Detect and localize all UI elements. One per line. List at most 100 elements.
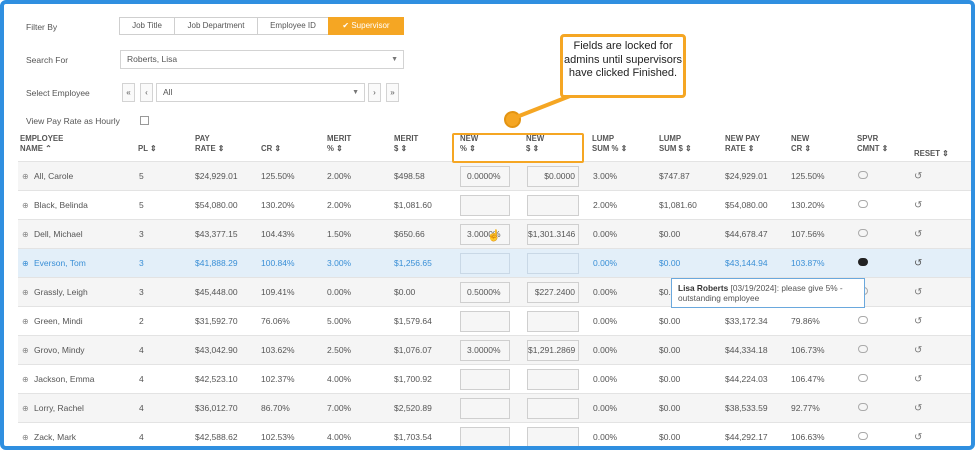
previous-employee-button[interactable]: ‹ <box>140 83 153 102</box>
col-employee-name[interactable]: EMPLOYEE NAME ⌃ <box>20 134 63 161</box>
expand-plus-icon[interactable]: ⊕ <box>22 220 29 249</box>
expand-plus-icon[interactable]: ⊕ <box>22 336 29 365</box>
comment-icon[interactable] <box>858 345 868 353</box>
col-merit-dollar[interactable]: MERIT $ ⇕ <box>394 134 418 161</box>
table-row[interactable]: ⊕ Black, Belinda 5 $54,080.00 130.20% 2.00% $1… <box>18 190 971 220</box>
lump-sum-pct: 0.00% <box>593 345 618 355</box>
reset-icon[interactable]: ↺ <box>914 307 922 336</box>
new-dollar-input[interactable]: $1,291.2869 <box>527 340 579 361</box>
employee-name[interactable]: All, Carole <box>34 162 73 191</box>
new-pct-input[interactable] <box>460 195 510 216</box>
new-dollar-input[interactable] <box>527 253 579 274</box>
comment-icon[interactable] <box>858 403 868 411</box>
reset-icon[interactable]: ↺ <box>914 220 922 249</box>
new-pct-input[interactable]: 0.5000% <box>460 282 510 303</box>
col-spvr-cmnt[interactable]: SPVR CMNT ⇕ <box>857 134 888 161</box>
new-dollar-input[interactable] <box>527 398 579 419</box>
comment-icon[interactable] <box>858 229 868 237</box>
table-row[interactable]: ⊕ Green, Mindi 2 $31,592.70 76.06% 5.00% $1,57… <box>18 306 971 336</box>
filter-job-title-button[interactable]: Job Title <box>119 17 175 35</box>
expand-plus-icon[interactable]: ⊕ <box>22 394 29 423</box>
employee-name[interactable]: Dell, Michael <box>34 220 83 249</box>
cr-value: 86.70% <box>261 403 290 413</box>
new-pct-input[interactable] <box>460 398 510 419</box>
expand-plus-icon[interactable]: ⊕ <box>22 191 29 220</box>
cr-value: 104.43% <box>261 229 295 239</box>
table-row[interactable]: ⊕ Lorry, Rachel 4 $36,012.70 86.70% 7.00% $2,5… <box>18 393 971 423</box>
employee-name[interactable]: Green, Mindi <box>34 307 83 336</box>
comment-icon[interactable] <box>858 258 868 266</box>
reset-icon[interactable]: ↺ <box>914 394 922 423</box>
employee-name[interactable]: Grassly, Leigh <box>34 278 88 307</box>
reset-icon[interactable]: ↺ <box>914 191 922 220</box>
col-new-cr[interactable]: NEW CR ⇕ <box>791 134 811 161</box>
expand-plus-icon[interactable]: ⊕ <box>22 162 29 191</box>
new-dollar-input[interactable] <box>527 427 579 446</box>
first-employee-button[interactable]: « <box>122 83 135 102</box>
reset-icon[interactable]: ↺ <box>914 423 922 446</box>
search-for-select[interactable]: Roberts, Lisa ▼ <box>120 50 404 69</box>
lump-sum-pct: 0.00% <box>593 229 618 239</box>
table-row[interactable]: ⊕ All, Carole 5 $24,929.01 125.50% 2.00% $498.… <box>18 161 971 191</box>
reset-icon[interactable]: ↺ <box>914 365 922 394</box>
merit-pct: 4.00% <box>327 374 352 384</box>
expand-plus-icon[interactable]: ⊕ <box>22 278 29 307</box>
comment-icon[interactable] <box>858 374 868 382</box>
view-hourly-checkbox[interactable] <box>140 116 149 125</box>
comment-icon[interactable] <box>858 316 868 324</box>
merit-pct: 2.50% <box>327 345 352 355</box>
employee-select[interactable]: All ▼ <box>156 83 365 102</box>
expand-plus-icon[interactable]: ⊕ <box>22 423 29 446</box>
reset-icon[interactable]: ↺ <box>914 249 922 278</box>
col-pay-rate[interactable]: PAY RATE ⇕ <box>195 134 224 161</box>
new-dollar-input[interactable]: $227.2400 <box>527 282 579 303</box>
reset-icon[interactable]: ↺ <box>914 278 922 307</box>
new-pct-input[interactable] <box>460 311 510 332</box>
employee-name[interactable]: Everson, Tom <box>34 249 86 278</box>
new-dollar-input[interactable]: $0.0000 <box>527 166 579 187</box>
comment-icon[interactable] <box>858 171 868 179</box>
new-dollar-input[interactable] <box>527 195 579 216</box>
expand-plus-icon[interactable]: ⊕ <box>22 307 29 336</box>
expand-plus-icon[interactable]: ⊕ <box>22 365 29 394</box>
new-pct-input[interactable] <box>460 427 510 446</box>
next-employee-button[interactable]: › <box>368 83 381 102</box>
table-row[interactable]: ⊕ Zack, Mark 4 $42,588.62 102.53% 4.00% $1,703… <box>18 422 971 446</box>
new-pct-input[interactable] <box>460 253 510 274</box>
comment-icon[interactable] <box>858 200 868 208</box>
col-lump-sum-pct[interactable]: LUMP SUM % ⇕ <box>592 134 627 161</box>
table-row[interactable]: ⊕ Jackson, Emma 4 $42,523.10 102.37% 4.00% $1,… <box>18 364 971 394</box>
pay-level: 4 <box>139 345 144 355</box>
comment-icon[interactable] <box>858 432 868 440</box>
expand-plus-icon[interactable]: ⊕ <box>22 249 29 278</box>
pay-level: 5 <box>139 200 144 210</box>
new-pct-input[interactable]: 3.0000% <box>460 224 510 245</box>
reset-icon[interactable]: ↺ <box>914 162 922 191</box>
reset-icon[interactable]: ↺ <box>914 336 922 365</box>
callout-pointer-dot <box>504 111 521 128</box>
filter-job-department-button[interactable]: Job Department <box>174 17 258 35</box>
employee-name[interactable]: Lorry, Rachel <box>34 394 84 423</box>
comment-tooltip: Lisa Roberts [03/19/2024]: please give 5… <box>671 278 865 308</box>
new-pct-input[interactable]: 0.0000% <box>460 166 510 187</box>
col-merit-pct[interactable]: MERIT% ⇕ <box>327 134 351 161</box>
pay-rate: $43,042.90 <box>195 345 238 355</box>
employee-name[interactable]: Grovo, Mindy <box>34 336 85 365</box>
employee-name[interactable]: Jackson, Emma <box>34 365 94 394</box>
employee-name[interactable]: Black, Belinda <box>34 191 88 220</box>
new-dollar-input[interactable]: $1,301.3146 <box>527 224 579 245</box>
lump-sum-dollar: $0.00 <box>659 316 681 326</box>
table-row[interactable]: ⊕ Everson, Tom 3 $41,888.29 100.84% 3.00% $1,2… <box>18 248 971 278</box>
employee-name[interactable]: Zack, Mark <box>34 423 76 446</box>
new-dollar-input[interactable] <box>527 311 579 332</box>
filter-supervisor-button[interactable]: ✔ Supervisor <box>328 17 404 35</box>
new-pct-input[interactable] <box>460 369 510 390</box>
new-pct-input[interactable]: 3.0000% <box>460 340 510 361</box>
col-lump-sum-dollar[interactable]: LUMP SUM $ ⇕ <box>659 134 692 161</box>
col-new-pay-rate[interactable]: NEW PAY RATE ⇕ <box>725 134 760 161</box>
pay-rate: $43,377.15 <box>195 229 238 239</box>
filter-employee-id-button[interactable]: Employee ID <box>257 17 329 35</box>
last-employee-button[interactable]: » <box>386 83 399 102</box>
table-row[interactable]: ⊕ Grovo, Mindy 4 $43,042.90 103.62% 2.50% $1,0… <box>18 335 971 365</box>
new-dollar-input[interactable] <box>527 369 579 390</box>
